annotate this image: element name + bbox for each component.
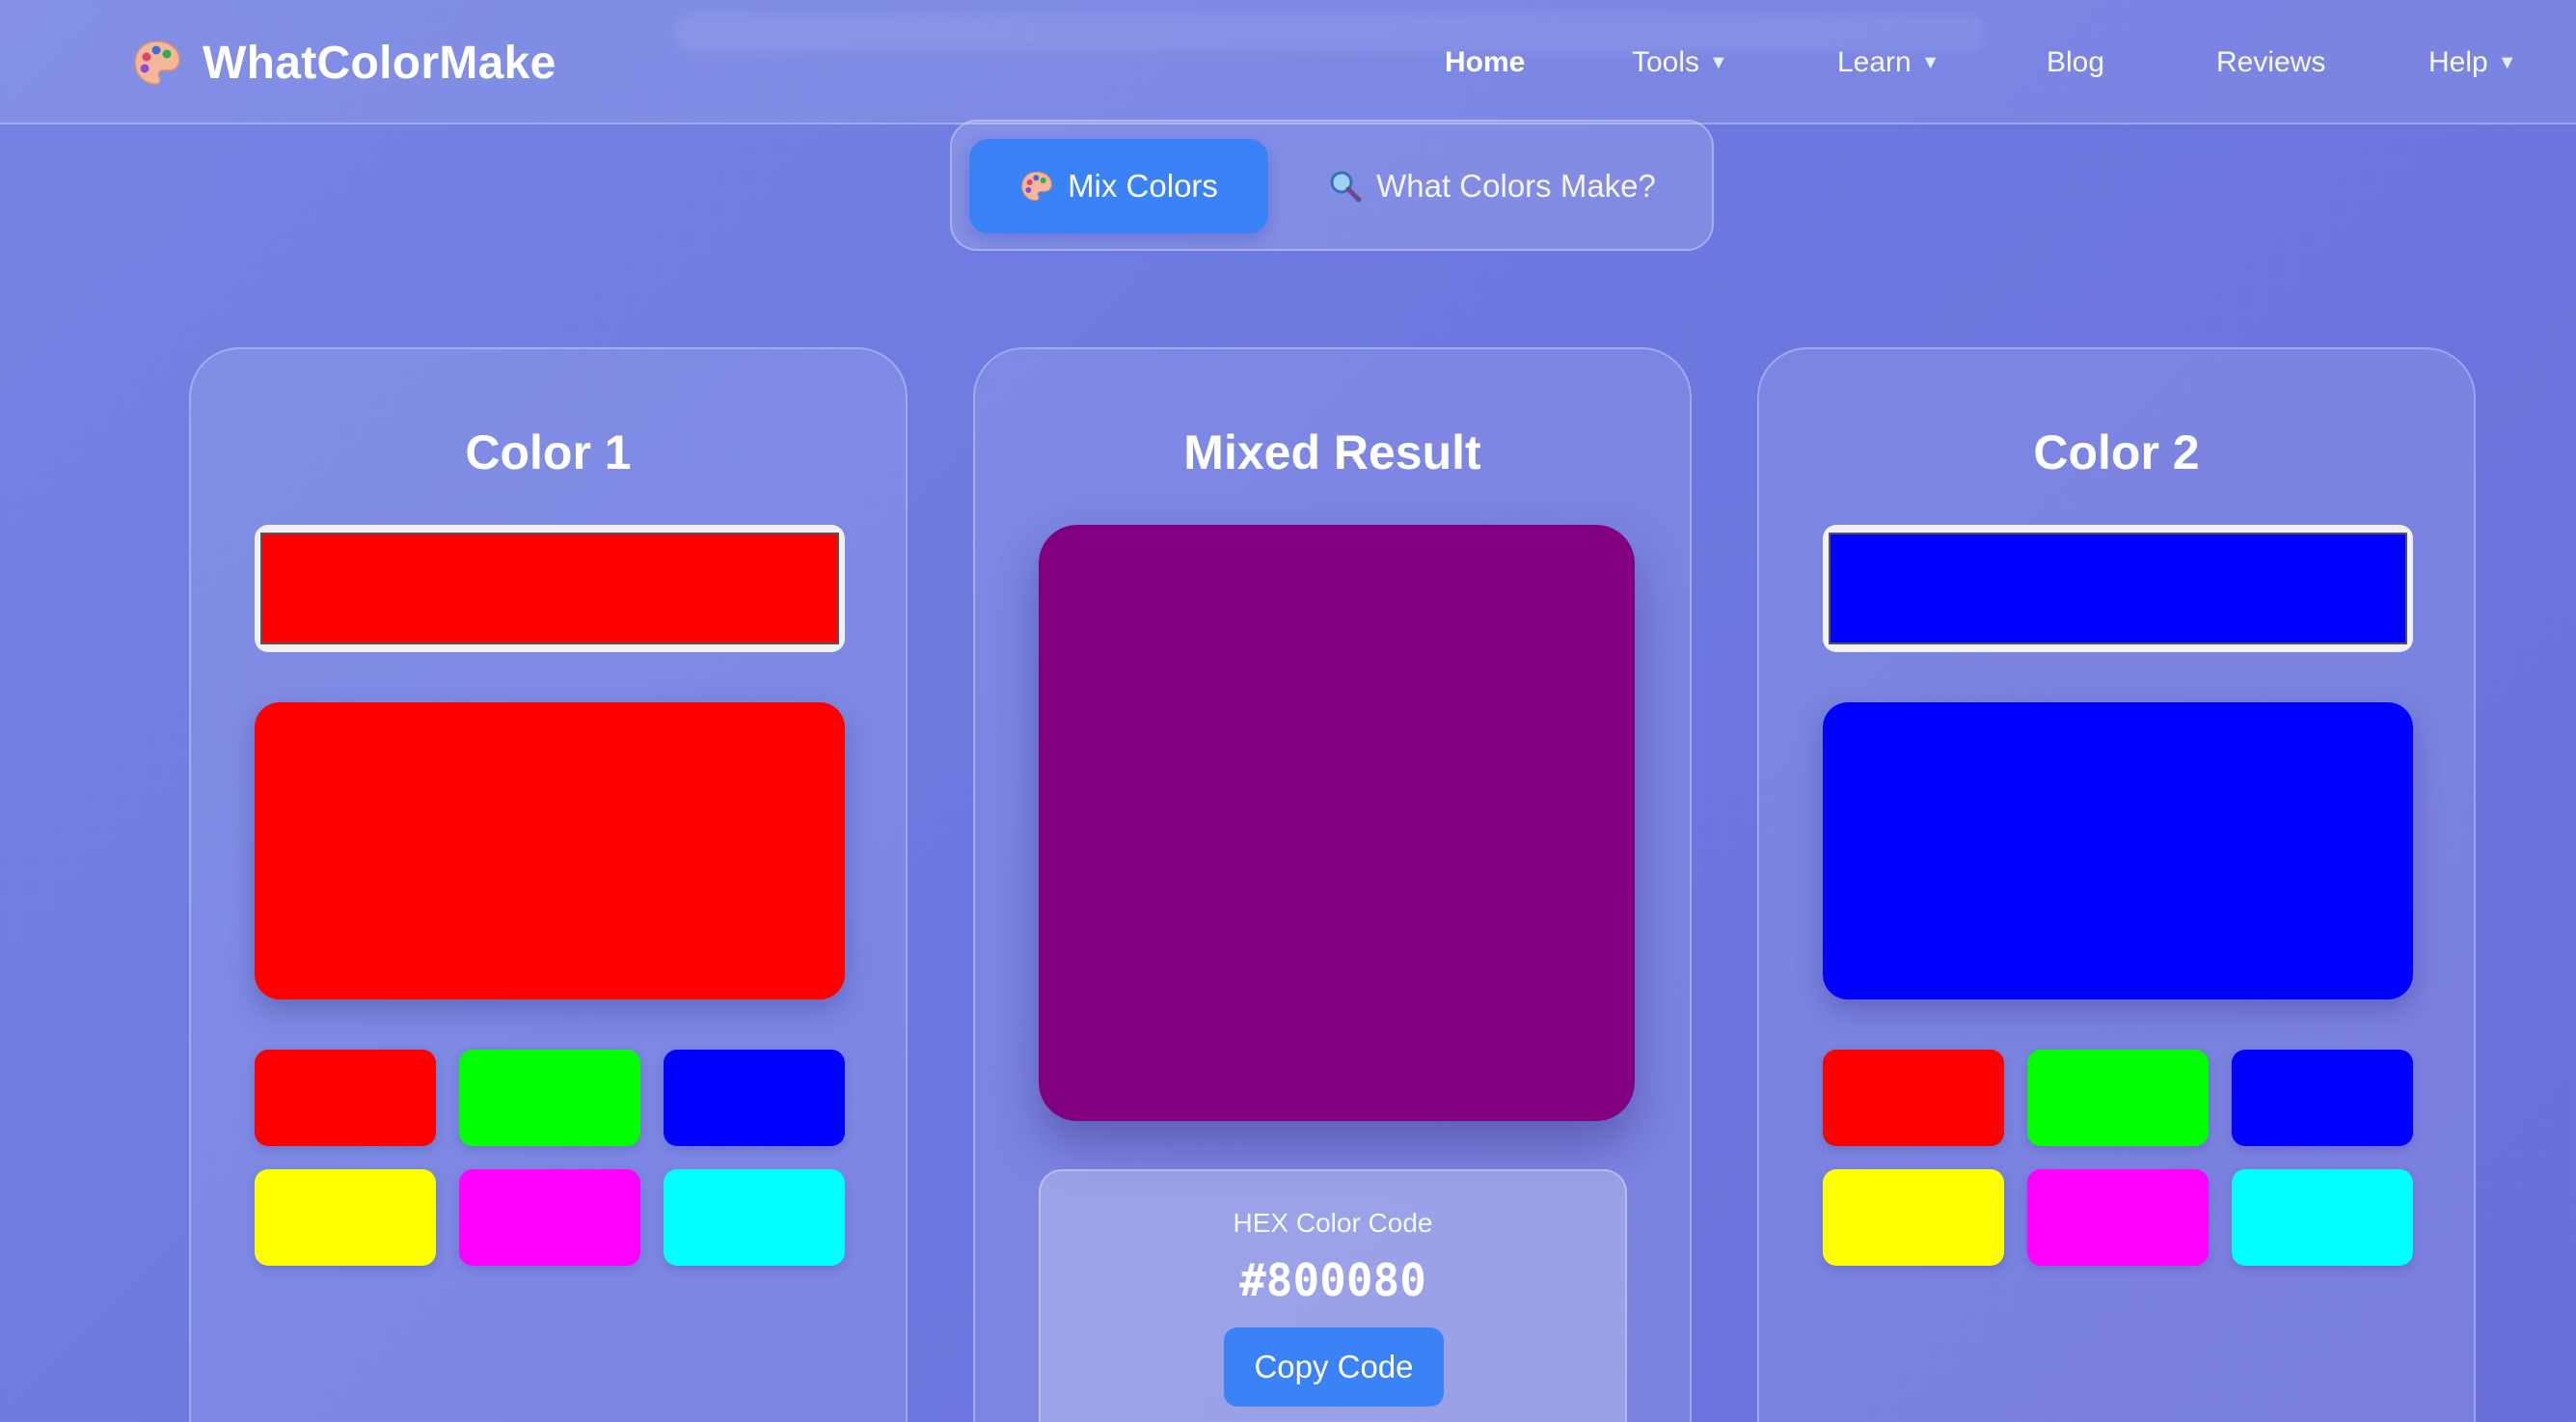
color2-title: Color 2 xyxy=(2033,425,2200,479)
palette-icon xyxy=(134,41,180,85)
color2-preset-swatch[interactable] xyxy=(1823,1169,2004,1266)
brand-name: WhatColorMake xyxy=(203,37,556,89)
color1-preset-swatch[interactable] xyxy=(255,1050,436,1146)
nav-home[interactable]: Home xyxy=(1445,39,1525,87)
header-blur-overlay xyxy=(675,14,1987,52)
color2-preview xyxy=(1823,702,2413,999)
nav-help[interactable]: Help ▼ xyxy=(2428,39,2517,87)
color1-preview xyxy=(255,702,845,999)
nav-tools[interactable]: Tools ▼ xyxy=(1632,39,1728,87)
color2-preset-swatch[interactable] xyxy=(2232,1169,2413,1266)
color2-picker-input[interactable] xyxy=(1823,525,2413,652)
site-header: WhatColorMake Home Tools ▼ Learn ▼ Blog … xyxy=(0,0,2576,124)
color2-card: Color 2 xyxy=(1757,347,2476,1422)
nav-home-label: Home xyxy=(1445,46,1526,78)
color1-preset-swatch[interactable] xyxy=(459,1169,640,1266)
magnifier-icon xyxy=(1330,171,1362,203)
nav-tools-label: Tools xyxy=(1632,46,1700,78)
mix-colors-label: Mix Colors xyxy=(1068,168,1218,204)
brand-logo[interactable]: WhatColorMake xyxy=(131,29,556,96)
color1-preset-swatch[interactable] xyxy=(255,1169,436,1266)
mix-colors-tab[interactable]: Mix Colors xyxy=(969,139,1268,233)
chevron-down-icon: ▼ xyxy=(2497,51,2517,73)
hex-code-panel: HEX Color Code #800080 Copy Code xyxy=(1039,1169,1627,1422)
copy-code-button[interactable]: Copy Code xyxy=(1224,1327,1444,1407)
result-title: Mixed Result xyxy=(1183,425,1481,479)
nav-blog[interactable]: Blog xyxy=(2047,39,2104,87)
nav-learn-label: Learn xyxy=(1837,46,1912,78)
color2-preset-swatch[interactable] xyxy=(2232,1050,2413,1146)
what-colors-make-tab[interactable]: What Colors Make? xyxy=(1289,139,1695,233)
hex-code-value: #800080 xyxy=(1239,1254,1426,1306)
color1-preset-swatch[interactable] xyxy=(664,1169,845,1266)
nav-blog-label: Blog xyxy=(2047,46,2105,78)
hex-code-label: HEX Color Code xyxy=(1233,1208,1433,1238)
mixed-color-preview xyxy=(1039,525,1635,1121)
color1-card: Color 1 xyxy=(189,347,908,1422)
color1-picker-input[interactable] xyxy=(255,525,845,652)
palette-icon xyxy=(1021,171,1052,202)
color1-preset-swatch[interactable] xyxy=(664,1050,845,1146)
color2-preset-swatch[interactable] xyxy=(2027,1050,2209,1146)
mode-toggle: Mix Colors What Colors Make? xyxy=(950,120,1714,251)
color1-title: Color 1 xyxy=(465,425,632,479)
nav-help-label: Help xyxy=(2428,46,2488,78)
color1-picker-swatch xyxy=(260,533,839,644)
result-card: Mixed Result HEX Color Code #800080 Copy… xyxy=(973,347,1692,1422)
nav-learn[interactable]: Learn ▼ xyxy=(1837,39,1940,87)
chevron-down-icon: ▼ xyxy=(1709,51,1728,73)
color2-preset-swatch[interactable] xyxy=(1823,1050,2004,1146)
nav-reviews[interactable]: Reviews xyxy=(2216,39,2325,87)
color2-preset-swatch[interactable] xyxy=(2027,1169,2209,1266)
chevron-down-icon: ▼ xyxy=(1920,51,1940,73)
what-colors-make-label: What Colors Make? xyxy=(1376,168,1656,204)
nav-reviews-label: Reviews xyxy=(2216,46,2326,78)
color1-preset-swatch[interactable] xyxy=(459,1050,640,1146)
color2-picker-swatch xyxy=(1829,533,2407,644)
